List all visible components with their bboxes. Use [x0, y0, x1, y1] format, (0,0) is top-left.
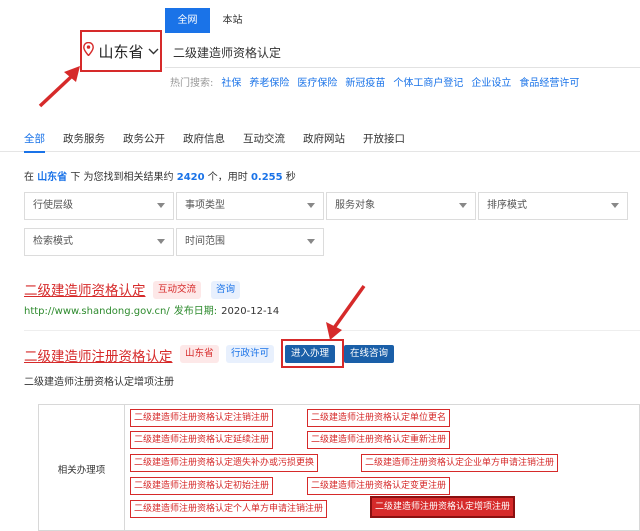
- result-1-meta: http://www.shandong.gov.cn/发布日期: 2020-12-…: [24, 302, 279, 317]
- caret-down-icon: [157, 239, 165, 244]
- annotation-arrow-icon: [38, 66, 80, 108]
- hot-search-link[interactable]: 养老保险: [249, 74, 289, 89]
- related-item[interactable]: 二级建造师注册资格认定遗失补办或污损更换: [130, 454, 319, 472]
- divider: [24, 330, 640, 331]
- related-item[interactable]: 二级建造师注册资格认定注销注册: [130, 409, 274, 427]
- filter-search-mode[interactable]: 检索模式: [24, 228, 174, 256]
- related-item[interactable]: 二级建造师注册资格认定单位更名: [307, 409, 451, 427]
- result-1-tag-interaction: 互动交流: [153, 281, 202, 299]
- related-items-table: 相关办理项 二级建造师注册资格认定注销注册 二级建造师注册资格认定单位更名 二级…: [38, 404, 640, 531]
- region-selector[interactable]: 山东省: [80, 30, 162, 72]
- hot-search-link[interactable]: 新冠疫苗: [345, 74, 385, 89]
- result-1-url[interactable]: http://www.shandong.gov.cn/: [24, 306, 170, 317]
- caret-down-icon: [157, 203, 165, 208]
- result-1-date: 2020-12-14: [221, 306, 280, 317]
- annotation-arrow-icon: [326, 284, 366, 340]
- related-item[interactable]: 二级建造师注册资格认定重新注册: [307, 431, 451, 449]
- filter-service-target[interactable]: 服务对象: [326, 192, 476, 220]
- tab-interaction[interactable]: 互动交流: [243, 128, 285, 151]
- related-item-active[interactable]: 二级建造师注册资格认定增项注册: [370, 496, 516, 518]
- related-item[interactable]: 二级建造师注册资格认定变更注册: [307, 477, 451, 495]
- online-consult-button[interactable]: 在线咨询: [344, 345, 395, 363]
- tab-open-api[interactable]: 开放接口: [363, 128, 405, 151]
- hot-search-link[interactable]: 社保: [221, 74, 241, 89]
- region-label: 山东省: [98, 42, 144, 61]
- result-2-title[interactable]: 二级建造师注册资格认定: [24, 345, 173, 365]
- search-input[interactable]: [165, 38, 640, 68]
- caret-down-icon: [611, 203, 619, 208]
- enter-handling-button[interactable]: 进入办理: [285, 345, 336, 363]
- hot-search-link[interactable]: 企业设立: [471, 74, 511, 89]
- filter-item-type[interactable]: 事项类型: [176, 192, 324, 220]
- tab-all-web[interactable]: 全网: [165, 8, 210, 33]
- hot-search-link[interactable]: 医疗保险: [297, 74, 337, 89]
- caret-down-icon: [307, 203, 315, 208]
- result-1-title[interactable]: 二级建造师资格认定: [24, 279, 146, 299]
- scope-tabs: 全网 本站: [165, 8, 255, 33]
- tab-gov-websites[interactable]: 政府网站: [303, 128, 345, 151]
- tab-this-site[interactable]: 本站: [210, 8, 255, 33]
- tab-gov-service[interactable]: 政务服务: [63, 128, 105, 151]
- result-summary: 在 山东省 下 为您找到相关结果约 2420 个，用时 0.255 秒: [24, 172, 296, 183]
- related-item[interactable]: 二级建造师注册资格认定个人单方申请注销注册: [130, 500, 328, 518]
- caret-down-icon: [459, 203, 467, 208]
- hot-search: 热门搜索: 社保 养老保险 医疗保险 新冠疫苗 个体工商户登记 企业设立 食品经…: [170, 74, 579, 89]
- result-1-date-label: 发布日期:: [173, 306, 218, 317]
- filter-sort-mode[interactable]: 排序模式: [478, 192, 628, 220]
- chevron-down-icon: [148, 45, 159, 58]
- related-item[interactable]: 二级建造师注册资格认定延续注册: [130, 431, 274, 449]
- summary-region: 山东省: [37, 172, 68, 183]
- tab-gov-disclosure[interactable]: 政务公开: [123, 128, 165, 151]
- summary-time: 0.255: [250, 172, 283, 183]
- result-2-subtitle: 二级建造师注册资格认定增项注册: [24, 377, 174, 388]
- result-2-tag-province: 山东省: [180, 345, 219, 363]
- hot-search-label: 热门搜索:: [170, 78, 214, 89]
- result-2-tag-license: 行政许可: [226, 345, 275, 363]
- caret-down-icon: [307, 239, 315, 244]
- result-1-tag-consult: 咨询: [211, 281, 241, 299]
- tab-all[interactable]: 全部: [24, 128, 45, 153]
- location-pin-icon: [83, 41, 95, 60]
- related-items-label: 相关办理项: [39, 405, 125, 531]
- filter-level[interactable]: 行使层级: [24, 192, 174, 220]
- related-item[interactable]: 二级建造师注册资格认定企业单方申请注销注册: [361, 454, 559, 472]
- related-item[interactable]: 二级建造师注册资格认定初始注册: [130, 477, 274, 495]
- summary-count: 2420: [176, 172, 205, 183]
- hot-search-link[interactable]: 个体工商户登记: [393, 74, 463, 89]
- filter-time-range[interactable]: 时间范围: [176, 228, 324, 256]
- category-tabs: 全部 政务服务 政务公开 政府信息 互动交流 政府网站 开放接口: [0, 128, 640, 153]
- tab-gov-info[interactable]: 政府信息: [183, 128, 225, 151]
- hot-search-link[interactable]: 食品经营许可: [519, 74, 579, 89]
